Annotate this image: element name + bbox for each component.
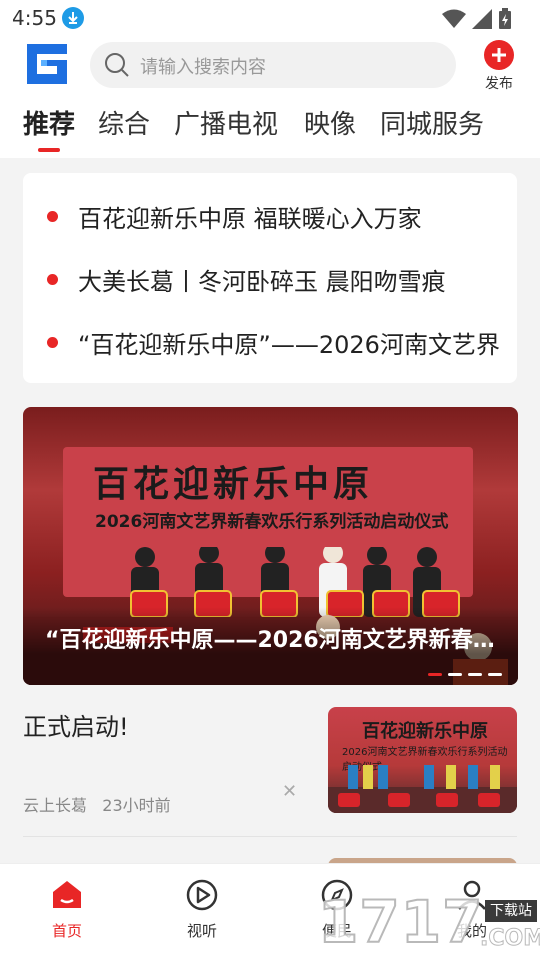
tab-recommend[interactable]: 推荐	[23, 104, 75, 141]
banner-backdrop-subtitle: 2026河南文艺界新春欢乐行系列活动启动仪式	[95, 512, 449, 532]
status-icons	[442, 8, 512, 30]
headline-list: 百花迎新乐中原 福联暖心入万家 大美长葛丨冬河卧碎玉 晨阳吻雪痕 “百花迎新乐中…	[23, 173, 517, 383]
headline-text: 百花迎新乐中原 福联暖心入万家	[78, 205, 422, 233]
banner-caption: “百花迎新乐中原——2026河南文艺界新春…	[45, 628, 495, 653]
search-placeholder: 请输入搜索内容	[140, 57, 266, 78]
article-card[interactable]: 正式启动! 云上长葛 23小时前 ✕ 百花迎新乐中原 2026河南文艺界新春欢乐…	[0, 695, 540, 835]
plus-icon	[484, 40, 514, 70]
bullet-dot	[47, 274, 58, 285]
tab-city-service[interactable]: 同城服务	[380, 104, 484, 141]
publish-button[interactable]: 发布	[476, 40, 522, 96]
article-source: 云上长葛	[23, 796, 88, 815]
nav-home[interactable]: 首页	[32, 878, 102, 941]
tab-video[interactable]: 映像	[304, 104, 356, 141]
download-icon	[62, 7, 84, 29]
bullet-dot	[47, 337, 58, 348]
active-tab-indicator	[38, 148, 60, 152]
status-time: 4:55	[12, 6, 57, 30]
thumb-title: 百花迎新乐中原	[362, 721, 488, 742]
divider	[23, 836, 517, 837]
banner-backdrop-title: 百花迎新乐中原	[93, 463, 374, 505]
status-bar: 4:55	[0, 0, 540, 36]
headline-text: 大美长葛丨冬河卧碎玉 晨阳吻雪痕	[78, 268, 446, 296]
article-title: 正式启动!	[23, 713, 129, 741]
nav-media[interactable]: 视听	[167, 878, 237, 941]
carousel-indicator	[428, 673, 502, 676]
list-item[interactable]: “百花迎新乐中原”——2026河南文艺界	[23, 321, 517, 361]
publish-label: 发布	[485, 76, 513, 92]
wifi-icon	[442, 9, 466, 28]
tab-general[interactable]: 综合	[98, 104, 150, 141]
search-icon	[105, 53, 129, 77]
site-watermark: 1717 下载站 .COM	[317, 880, 540, 960]
dismiss-icon[interactable]: ✕	[282, 781, 297, 802]
carousel-dot	[488, 673, 502, 676]
carousel-dot	[428, 673, 442, 676]
battery-icon	[499, 8, 511, 29]
nav-home-label: 首页	[51, 922, 82, 940]
play-icon	[185, 878, 219, 912]
list-item[interactable]: 百花迎新乐中原 福联暖心入万家	[23, 195, 517, 235]
list-item[interactable]: 大美长葛丨冬河卧碎玉 晨阳吻雪痕	[23, 258, 517, 298]
app-header: 请输入搜索内容 发布	[0, 36, 540, 96]
thumb-performers	[328, 765, 517, 813]
article-time: 23小时前	[102, 796, 171, 815]
search-bar[interactable]: 请输入搜索内容	[90, 42, 456, 88]
article-meta: 云上长葛 23小时前	[23, 792, 171, 816]
headline-text: “百花迎新乐中原”——2026河南文艺界	[78, 331, 500, 359]
signal-icon	[472, 9, 492, 29]
watermark-tag: 下载站	[485, 900, 537, 922]
bullet-dot	[47, 211, 58, 222]
home-icon	[50, 878, 84, 912]
watermark-number: 1717	[317, 887, 484, 957]
category-tabs: 推荐 综合 广播电视 映像 同城服务	[0, 96, 540, 158]
carousel-dot	[448, 673, 462, 676]
nav-media-label: 视听	[186, 922, 217, 940]
carousel-dot	[468, 673, 482, 676]
watermark-domain: .COM	[479, 926, 540, 952]
tab-broadcast-tv[interactable]: 广播电视	[174, 104, 278, 141]
article-thumbnail: 百花迎新乐中原 2026河南文艺界新春欢乐行系列活动启动仪式	[328, 707, 517, 813]
app-logo	[23, 40, 71, 88]
banner-carousel[interactable]: 百花迎新乐中原 2026河南文艺界新春欢乐行系列活动启动仪式 “百花迎新乐中原—…	[23, 407, 518, 685]
